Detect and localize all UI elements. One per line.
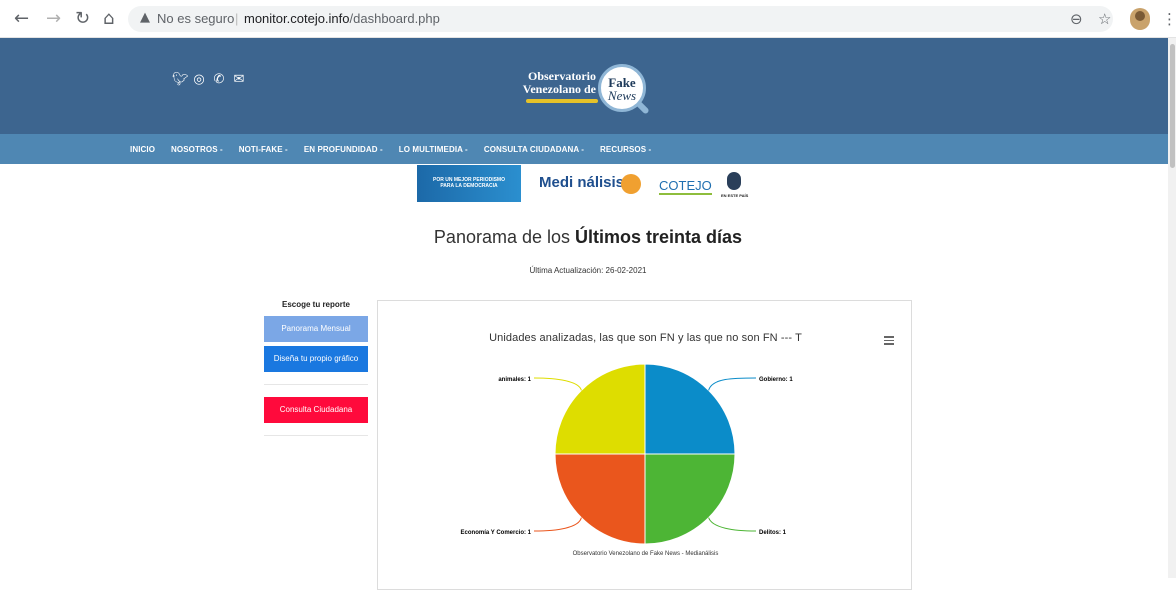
pie-slice-animales[interactable] (554, 363, 646, 455)
pie-data-label: Gobierno: 1 (759, 377, 793, 383)
nav-item-noti-fake[interactable]: NOTI-FAKE - (239, 145, 288, 154)
chart-card: Unidades analizadas, las que son FN y la… (377, 300, 912, 590)
security-label[interactable]: No es seguro (157, 11, 234, 26)
mail-icon[interactable]: ✉ (232, 73, 246, 87)
pie-connector (708, 377, 757, 391)
pie-slice-gobierno[interactable] (644, 363, 736, 455)
nav-item-nosotros[interactable]: NOSOTROS - (171, 145, 223, 154)
sidebar-heading: Escoge tu reporte (281, 300, 350, 309)
medianalisis-anniversary-icon (621, 174, 641, 194)
sidebar-divider (264, 435, 368, 436)
logo-text: Observatorio Venezolano de (522, 69, 596, 96)
pie-data-label: animales: 1 (498, 377, 531, 383)
pie-chart: Gobierno: 1 Delitos: 1 Economía Y Comercio… (461, 363, 793, 545)
pie-data-label: Economía Y Comercio: 1 (461, 530, 532, 536)
zoom-icon[interactable]: ⊖ (1070, 10, 1083, 28)
warning-icon[interactable]: ▲ (140, 10, 150, 25)
home-icon[interactable]: ⌂ (103, 9, 114, 29)
nav-item-inicio[interactable]: INICIO (130, 145, 155, 154)
pie-data-label: Delitos: 1 (759, 530, 787, 536)
star-icon[interactable]: ☆ (1098, 10, 1111, 28)
sidebar-divider (264, 384, 368, 385)
sponsor-medianalisis[interactable]: Medi nálisis (539, 174, 624, 191)
magnifier-icon: Fake News (598, 64, 646, 112)
consulta-ciudadana-button[interactable]: Consulta Ciudadana (264, 397, 368, 423)
browser-toolbar: ← → ↻ ⌂ ▲ No es seguro | monitor.cotejo.… (0, 0, 1176, 38)
url-separator: | (235, 11, 239, 26)
panorama-mensual-button[interactable]: Panorama Mensual (264, 316, 368, 342)
pie-connector (708, 517, 757, 532)
site-logo[interactable]: Observatorio Venezolano de Fake News (522, 60, 662, 116)
nav-item-lo-multimedia[interactable]: LO MULTIMEDIA - (399, 145, 468, 154)
pie-slice-econom-a-y-comercio[interactable] (554, 453, 646, 545)
sponsors-banner: POR UN MEJOR PERIODISMO PARA LA DEMOCRAC… (417, 165, 763, 202)
scrollbar-thumb[interactable] (1170, 44, 1175, 168)
sponsor-tagline: POR UN MEJOR PERIODISMO PARA LA DEMOCRAC… (417, 165, 521, 202)
nav-item-consulta-ciudadana[interactable]: CONSULTA CIUDADANA - (484, 145, 584, 154)
page-title: Panorama de los Últimos treinta días (433, 227, 743, 247)
main-nav: INICIO NOSOTROS - NOTI-FAKE - EN PROFUND… (0, 134, 1176, 164)
pie-connector (533, 517, 582, 532)
instagram-icon[interactable]: ◎ (192, 73, 206, 87)
url-text[interactable]: monitor.cotejo.info/dashboard.php (244, 11, 440, 26)
last-update: Última Actualización: 26-02-2021 (529, 266, 647, 275)
pie-slice-delitos[interactable] (644, 453, 736, 545)
profile-avatar[interactable] (1130, 8, 1150, 30)
site-header: 🐦︎ ◎ ✆ ✉ Observatorio Venezolano de Fake… (0, 38, 1176, 134)
back-icon[interactable]: ← (14, 9, 29, 29)
menu-icon[interactable]: ⋮ (1162, 10, 1176, 28)
forward-icon[interactable]: → (46, 9, 61, 29)
twitter-icon[interactable]: 🐦︎ (172, 73, 189, 87)
nav-item-en-profundidad[interactable]: EN PROFUNDIDAD - (304, 145, 383, 154)
reload-icon[interactable]: ↻ (75, 9, 90, 29)
microphone-icon (727, 172, 741, 190)
chart-credit: Observatorio Venezolano de Fake News - M… (572, 551, 719, 557)
sponsor-cotejo[interactable]: COTEJO (659, 178, 712, 195)
whatsapp-icon[interactable]: ✆ (212, 73, 226, 87)
nav-item-recursos[interactable]: RECURSOS - (600, 145, 651, 154)
logo-underline (526, 99, 598, 103)
sponsor-en-este-pais[interactable]: EN ESTE PAÍS (721, 193, 748, 198)
report-sidebar: Escoge tu reporte Panorama Mensual Diseñ… (264, 296, 368, 436)
pie-connector (533, 377, 582, 391)
custom-chart-button[interactable]: Diseña tu propio gráfico (264, 346, 368, 372)
social-links: 🐦︎ ◎ ✆ ✉ (172, 73, 246, 87)
